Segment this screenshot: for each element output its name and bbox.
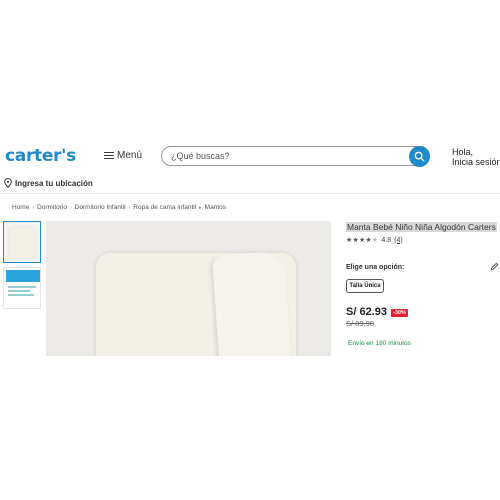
hamburger-icon — [104, 151, 114, 160]
star-icon: ★★★★★ — [346, 237, 379, 244]
breadcrumb-item[interactable]: Mantos — [205, 204, 226, 211]
login-text: Inicia sesión — [452, 157, 500, 167]
chevron-right-icon: ▸ — [199, 204, 202, 211]
breadcrumb-item[interactable]: Dormitorio — [37, 204, 67, 211]
menu-button[interactable]: Menú — [104, 150, 142, 161]
info-line — [8, 294, 34, 296]
breadcrumb-item[interactable]: Home — [12, 204, 29, 211]
search-input[interactable]: ¿Qué buscas? — [161, 146, 430, 167]
discount-badge: -30% — [391, 309, 408, 317]
search-button[interactable] — [409, 146, 430, 167]
old-price: S/ 89.90 — [346, 319, 374, 328]
thumbnail-info[interactable] — [3, 267, 41, 309]
breadcrumb-item[interactable]: Dormitorio Infantil — [75, 204, 126, 211]
chevron-right-icon: › — [32, 204, 35, 211]
breadcrumb-item[interactable]: Ropa de cama infantil — [133, 204, 196, 211]
search-placeholder: ¿Qué buscas? — [171, 151, 230, 161]
header-divider — [0, 193, 500, 194]
account-link[interactable]: Hola, Inicia sesión — [452, 147, 500, 167]
site-header: carter's Menú ¿Qué buscas? Hola, Inicia … — [0, 140, 500, 174]
greeting-text: Hola, — [452, 147, 474, 157]
thumbnail-list — [3, 221, 43, 313]
size-option-button[interactable]: Talla Única — [346, 279, 384, 293]
info-line — [8, 290, 30, 292]
edit-icon[interactable] — [490, 262, 499, 271]
blanket-fold — [211, 250, 293, 356]
chevron-right-icon: › — [70, 204, 72, 211]
options-label: Elige una opción: — [346, 264, 405, 271]
location-label: Ingresa tu ubicación — [15, 178, 93, 188]
info-banner — [6, 270, 40, 282]
shipping-info: Envío en 180 minutos — [348, 340, 411, 347]
current-price: S/ 62.93 — [346, 306, 387, 318]
location-selector[interactable]: Ingresa tu ubicación — [4, 178, 93, 188]
blanket-image — [9, 227, 36, 258]
location-pin-icon — [4, 178, 12, 188]
product-title: Manta Bebé Niño Niña Algodón Carters — [346, 222, 497, 232]
product-rating[interactable]: ★★★★★ 4.8 (4) — [346, 236, 403, 245]
menu-label: Menú — [117, 150, 143, 161]
search-icon — [414, 151, 425, 162]
rating-value: 4.8 — [381, 236, 392, 244]
breadcrumb: Home › Dormitorio › Dormitorio Infantil … — [12, 204, 226, 211]
product-main-image[interactable] — [46, 221, 331, 356]
rating-count: (4) — [394, 236, 403, 244]
carters-logo[interactable]: carter's — [5, 146, 76, 166]
chevron-right-icon: › — [128, 204, 131, 211]
info-line — [8, 286, 36, 288]
thumbnail-blanket[interactable] — [3, 221, 41, 263]
